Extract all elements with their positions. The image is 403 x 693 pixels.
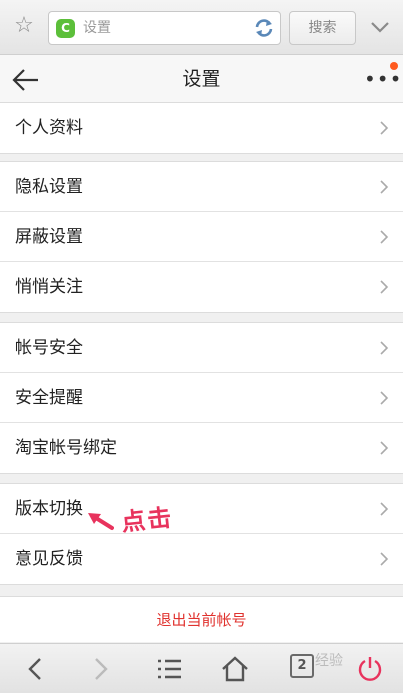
menu-group-other: 版本切换 意见反馈 bbox=[0, 483, 403, 585]
forward-icon[interactable] bbox=[84, 653, 116, 685]
menu-item-security-alert[interactable]: 安全提醒 bbox=[0, 373, 403, 423]
menu-group-security: 帐号安全 安全提醒 淘宝帐号绑定 bbox=[0, 322, 403, 474]
logout-button[interactable]: 退出当前帐号 bbox=[0, 597, 403, 643]
page-title: 设置 bbox=[182, 68, 221, 90]
chevron-right-icon bbox=[380, 121, 389, 135]
menu-item-label: 帐号安全 bbox=[15, 338, 83, 358]
site-badge-icon: C bbox=[56, 19, 75, 38]
chevron-right-icon bbox=[380, 552, 389, 566]
menu-item-label: 淘宝帐号绑定 bbox=[15, 438, 117, 458]
menu-item-account-security[interactable]: 帐号安全 bbox=[0, 323, 403, 373]
chevron-right-icon bbox=[380, 502, 389, 516]
click-annotation: 点击 bbox=[119, 503, 175, 537]
logout-row[interactable]: 退出当前帐号 bbox=[0, 596, 403, 642]
more-options-icon[interactable]: ••• bbox=[364, 67, 401, 91]
menu-group-privacy: 隐私设置 屏蔽设置 悄悄关注 bbox=[0, 161, 403, 313]
search-button[interactable]: 搜索 bbox=[289, 11, 356, 45]
watermark: 经验 bbox=[315, 653, 343, 669]
address-text: 设置 bbox=[83, 20, 111, 36]
menu-item-label: 意见反馈 bbox=[15, 549, 83, 569]
chevron-right-icon bbox=[380, 180, 389, 194]
bookmark-star-icon[interactable]: ☆ bbox=[10, 12, 38, 40]
menu-item-label: 隐私设置 bbox=[15, 177, 83, 197]
menu-item-block-settings[interactable]: 屏蔽设置 bbox=[0, 212, 403, 262]
home-icon[interactable] bbox=[219, 653, 251, 685]
address-bar[interactable]: C 设置 bbox=[48, 11, 281, 45]
chevron-right-icon bbox=[380, 441, 389, 455]
back-arrow-icon[interactable] bbox=[12, 67, 40, 93]
menu-item-feedback[interactable]: 意见反馈 bbox=[0, 534, 403, 584]
chevron-right-icon bbox=[380, 280, 389, 294]
notification-dot bbox=[390, 62, 398, 70]
chevron-right-icon bbox=[380, 230, 389, 244]
chevron-right-icon bbox=[380, 341, 389, 355]
menu-item-label: 屏蔽设置 bbox=[15, 227, 83, 247]
chevron-right-icon bbox=[380, 391, 389, 405]
refresh-icon[interactable] bbox=[252, 16, 276, 40]
menu-item-label: 悄悄关注 bbox=[15, 277, 83, 297]
back-icon[interactable] bbox=[20, 653, 52, 685]
menu-item-profile[interactable]: 个人资料 bbox=[0, 103, 403, 153]
menu-item-secret-follow[interactable]: 悄悄关注 bbox=[0, 262, 403, 312]
pointer-arrow-icon bbox=[88, 513, 114, 530]
chevron-down-icon[interactable] bbox=[367, 14, 393, 40]
menu-item-privacy-settings[interactable]: 隐私设置 bbox=[0, 162, 403, 212]
menu-item-label: 安全提醒 bbox=[15, 388, 83, 408]
menu-item-label: 版本切换 bbox=[15, 499, 83, 519]
menu-item-version-switch[interactable]: 版本切换 bbox=[0, 484, 403, 534]
menu-item-label: 个人资料 bbox=[15, 118, 83, 138]
menu-item-taobao-binding[interactable]: 淘宝帐号绑定 bbox=[0, 423, 403, 473]
menu-list-icon[interactable] bbox=[153, 653, 185, 685]
menu-group-profile: 个人资料 bbox=[0, 102, 403, 154]
power-icon[interactable] bbox=[354, 653, 386, 685]
app-header: 设置 ••• bbox=[0, 55, 403, 104]
tabs-count-button[interactable]: 2 bbox=[290, 654, 314, 678]
browser-toolbar: ☆ C 设置 搜索 bbox=[0, 0, 403, 55]
